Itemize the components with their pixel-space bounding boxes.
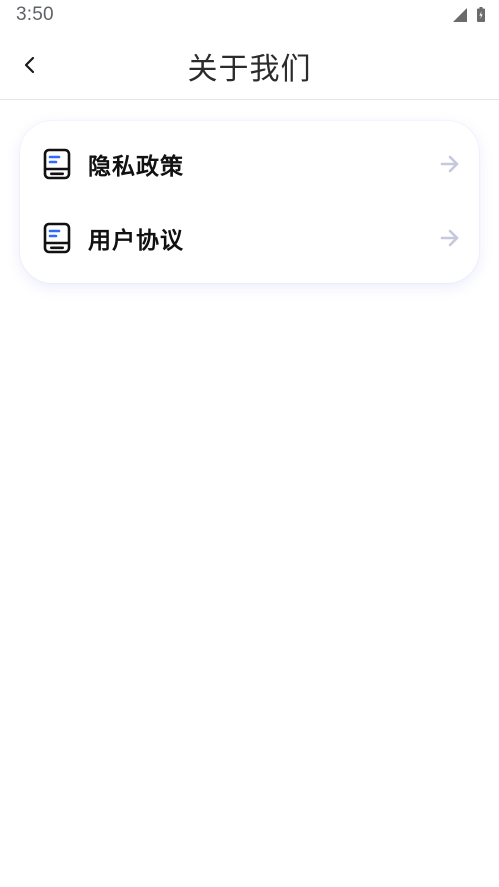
status-icons [453, 7, 485, 22]
menu-card: 隐私政策 用户协议 [20, 121, 479, 283]
document-icon [43, 222, 71, 254]
menu-item-label: 用户协议 [88, 228, 184, 254]
signal-icon [453, 7, 467, 22]
about-us-screen: 3:50 关于我们 隐私政策 用户协议 [0, 0, 499, 887]
page-title: 关于我们 [187, 52, 312, 87]
battery-icon [477, 7, 485, 22]
menu-item-user-agreement[interactable]: 用户协议 [20, 203, 479, 273]
document-icon [43, 148, 71, 180]
menu-item-label: 隐私政策 [88, 154, 184, 180]
app-bar: 关于我们 [0, 30, 499, 100]
menu-item-privacy-policy[interactable]: 隐私政策 [20, 129, 479, 199]
arrow-right-icon [440, 155, 459, 173]
status-time: 3:50 [16, 4, 54, 25]
arrow-right-icon [440, 229, 459, 247]
status-bar: 3:50 [0, 0, 499, 30]
